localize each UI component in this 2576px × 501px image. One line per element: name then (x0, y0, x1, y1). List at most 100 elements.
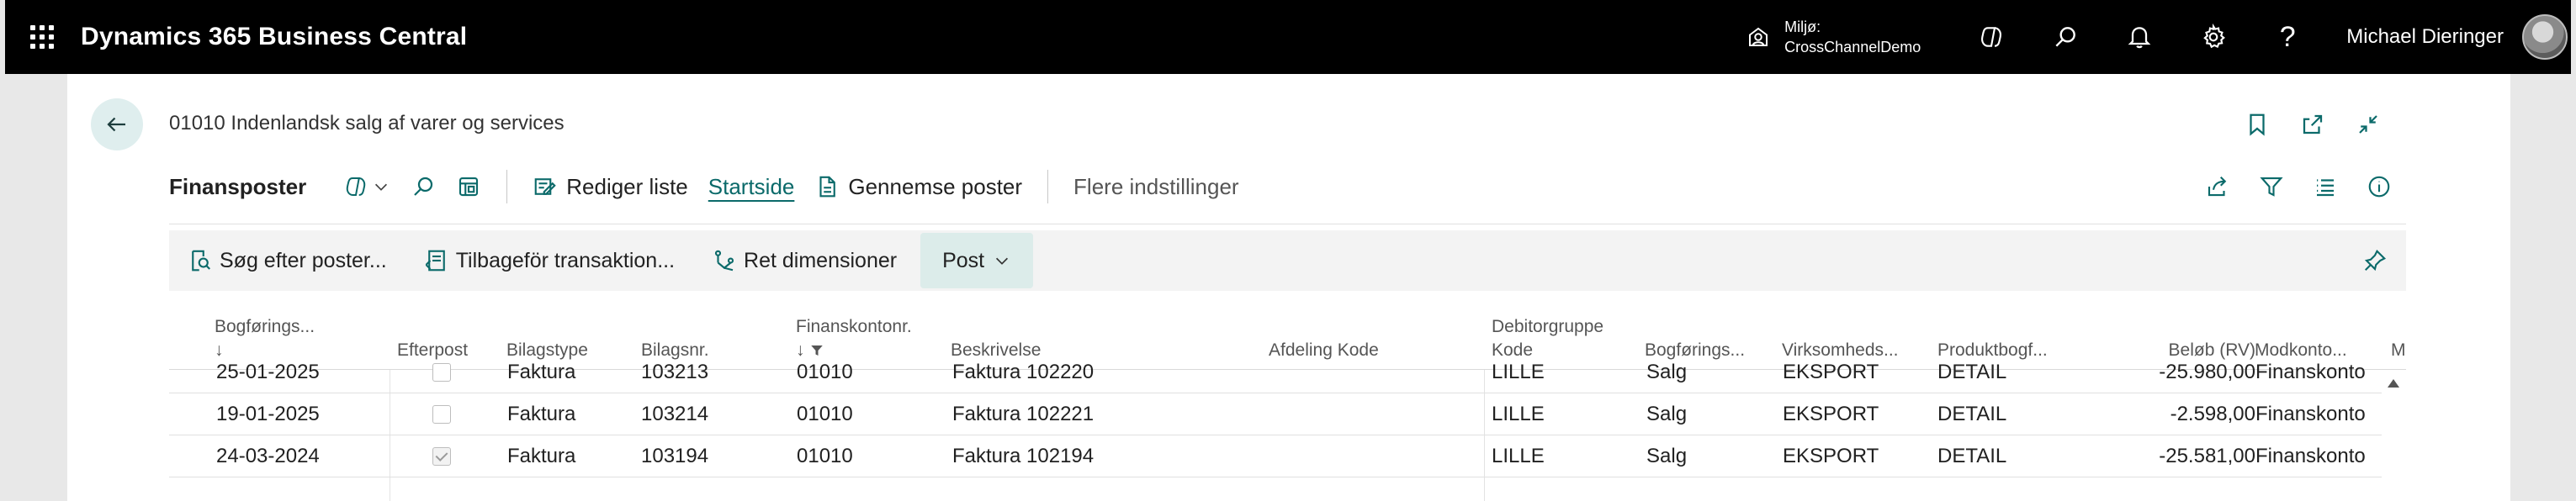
cell-amount[interactable]: -25.980,00 (2109, 351, 2255, 393)
set-dimensions-button[interactable]: Ret dimensioner (693, 233, 915, 288)
search-icon (414, 177, 433, 196)
cell-document-type[interactable]: Faktura (507, 393, 575, 435)
more-options-button[interactable]: Flere indstillinger (1063, 168, 1249, 205)
search-list-button[interactable] (400, 168, 446, 205)
part-caption[interactable]: Finansposter (169, 174, 306, 200)
find-entries-icon (192, 250, 211, 272)
edit-list-label: Rediger liste (566, 173, 688, 199)
copilot-icon (1981, 27, 2002, 47)
copilot-button[interactable] (1954, 0, 2028, 74)
copilot-icon (347, 177, 366, 196)
pin-icon (2364, 249, 2387, 272)
reverse-transaction-button[interactable]: Tilbageför transaktion... (405, 233, 693, 288)
separator (1047, 170, 1049, 203)
cell-customer-group[interactable]: LILLE (1492, 393, 1545, 435)
cell-document-no[interactable]: 103214 (641, 393, 708, 435)
help-button[interactable]: ? (2250, 0, 2324, 74)
cell-posting-date[interactable]: 25-01-2025 (216, 351, 320, 393)
cell-business-posting-group[interactable]: EKSPORT (1783, 393, 1879, 435)
cell-posting-type[interactable]: Salg (1646, 435, 1687, 477)
cell-description[interactable]: Faktura 102194 (952, 435, 1094, 477)
cell-product-posting-group[interactable]: DETAIL (1937, 435, 2006, 477)
open-new-window-button[interactable] (2285, 103, 2340, 146)
settings-button[interactable] (2176, 0, 2250, 74)
cell-description[interactable]: Faktura 102221 (952, 393, 1094, 435)
environment-switcher[interactable]: Miljø: CrossChannelDemo (1746, 17, 1921, 57)
filter-pane-button[interactable] (2245, 168, 2298, 205)
vertical-scrollbar[interactable] (2381, 370, 2406, 501)
post-menu-button[interactable]: Post (920, 233, 1034, 288)
environment-label: Miljø: (1784, 18, 1821, 35)
table-row[interactable]: 25-01-2025 Faktura 103213 01010 Faktura … (169, 351, 2382, 393)
notifications-button[interactable] (2102, 0, 2176, 74)
edit-list-icon (534, 178, 557, 195)
cell-posting-type[interactable]: Salg (1646, 393, 1687, 435)
cell-amount[interactable]: -2.598,00 (2109, 393, 2255, 435)
cell-bal-account-type[interactable]: Finanskonto (2255, 393, 2366, 435)
open-in-new-window-icon (2303, 114, 2323, 134)
cell-amount[interactable]: -25.581,00 (2109, 435, 2255, 477)
page-card: 01010 Indenlandsk salg af varer og servi… (67, 74, 2510, 501)
cell-product-posting-group[interactable]: DETAIL (1937, 351, 2006, 393)
cell-gl-account[interactable]: 01010 (797, 351, 853, 393)
cell-document-no[interactable]: 103194 (641, 435, 708, 477)
page-title: 01010 Indenlandsk salg af varer og servi… (169, 112, 564, 134)
pin-actions-button[interactable] (2344, 233, 2406, 288)
reverse-transaction-label: Tilbageför transaktion... (455, 248, 676, 272)
efterpost-checkbox[interactable] (432, 447, 451, 466)
bookmark-button[interactable] (2229, 103, 2285, 146)
cell-description[interactable]: Faktura 102220 (952, 351, 1094, 393)
find-entries-button[interactable]: Søg efter poster... (169, 233, 405, 288)
analysis-mode-button[interactable] (446, 168, 491, 205)
cell-customer-group[interactable]: LILLE (1492, 435, 1545, 477)
gear-icon (2203, 24, 2226, 49)
app-title[interactable]: Dynamics 365 Business Central (81, 23, 467, 51)
cell-bal-account-type[interactable]: Finanskonto (2255, 351, 2366, 393)
cell-gl-account[interactable]: 01010 (797, 435, 853, 477)
cell-posting-date[interactable]: 19-01-2025 (216, 393, 320, 435)
efterpost-checkbox[interactable] (432, 405, 451, 424)
search-button[interactable] (2028, 0, 2102, 74)
list-view-button[interactable] (2298, 168, 2352, 205)
tab-home[interactable]: Startside (698, 168, 805, 205)
cell-customer-group[interactable]: LILLE (1492, 351, 1545, 393)
separator (506, 170, 508, 203)
cell-posting-type[interactable]: Salg (1646, 351, 1687, 393)
share-button[interactable] (2191, 168, 2245, 205)
user-name[interactable]: Michael Dieringer (2346, 25, 2504, 49)
post-menu-label: Post (942, 248, 985, 272)
cell-document-type[interactable]: Faktura (507, 351, 575, 393)
bell-icon (2128, 27, 2151, 49)
scroll-up-icon[interactable] (2387, 378, 2400, 388)
cell-business-posting-group[interactable]: EKSPORT (1783, 351, 1879, 393)
cell-document-type[interactable]: Faktura (507, 435, 575, 477)
col-bal-account[interactable]: Modkonto (2391, 339, 2406, 362)
avatar[interactable] (2522, 14, 2568, 60)
reverse-transaction-icon (425, 250, 445, 272)
cell-gl-account[interactable]: 01010 (797, 393, 853, 435)
cell-business-posting-group[interactable]: EKSPORT (1783, 435, 1879, 477)
collapse-icon (2359, 115, 2377, 134)
cell-posting-date[interactable]: 24-03-2024 (216, 435, 320, 477)
environment-icon (1749, 27, 1768, 46)
edit-list-button[interactable]: Rediger liste (522, 168, 698, 205)
cell-product-posting-group[interactable]: DETAIL (1937, 393, 2006, 435)
list-view-icon (2317, 179, 2334, 197)
browse-entries-button[interactable]: Gennemse poster (804, 168, 1032, 205)
document-icon (819, 176, 836, 198)
table-row[interactable]: 19-01-2025 Faktura 103214 01010 Faktura … (169, 393, 2382, 435)
app-launcher-icon[interactable] (30, 25, 54, 49)
more-options-label: Flere indstillinger (1073, 173, 1239, 199)
info-icon (2368, 176, 2390, 198)
collapse-button[interactable] (2340, 103, 2396, 146)
efterpost-checkbox[interactable] (432, 363, 451, 382)
cell-bal-account-type[interactable]: Finanskonto (2255, 435, 2366, 477)
tab-home-label: Startside (708, 173, 795, 199)
help-icon: ? (2279, 20, 2296, 53)
factbox-info-button[interactable] (2352, 168, 2406, 205)
back-button[interactable] (91, 98, 143, 150)
table-row[interactable]: 24-03-2024 Faktura 103194 01010 Faktura … (169, 435, 2382, 477)
copilot-menu-button[interactable] (333, 168, 400, 205)
filter-icon (2260, 177, 2283, 197)
cell-document-no[interactable]: 103213 (641, 351, 708, 393)
